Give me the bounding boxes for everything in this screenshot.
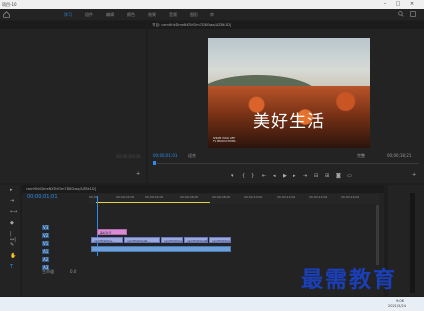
workspace-tab-learning[interactable]: 学习 [64,12,72,18]
go-to-out-button[interactable]: ⇥ [303,173,307,179]
video-brand: SHUIM YOUR LIFE TV PRODUCTIONS [213,137,235,143]
program-video-frame: 美好生活 SHUIM YOUR LIFE TV PRODUCTIONS [208,38,370,148]
program-duration: 00;00;18;21 [387,153,412,158]
workspace-tab-audio[interactable]: 音频 [169,12,177,18]
watermark-logo: 最需教育 [301,267,398,293]
video-clip[interactable]: camHhkDmeN… [124,237,160,243]
program-monitor-title: 节目: camHhkDmeNXTcfGm7D8Gwa/AZBk1D] [148,21,424,29]
zoom-select[interactable]: 适合 [188,153,196,159]
workspace-tab-editing[interactable]: 编辑 [106,12,114,18]
source-add-button[interactable]: + [136,171,140,177]
track-header-a3: A3 [30,264,90,272]
step-back-button[interactable]: ◂ [273,173,276,179]
track-header-a1: A1 [30,248,90,256]
go-to-in-button[interactable]: ⇤ [262,173,266,179]
selection-tool-icon[interactable]: ▸ [10,187,16,193]
step-forward-button[interactable]: ▸ [293,173,296,179]
workspace-bar: 学习 组件 编辑 颜色 效果 音频 图形 库 [0,9,424,20]
marker-button[interactable]: ▾ [231,173,234,179]
work-area-bar[interactable] [96,202,210,203]
minimize-button[interactable]: – [380,1,390,7]
track-label[interactable]: V1 [42,241,50,246]
video-clip[interactable]: camHhkDme… [91,237,123,243]
workspace-tab-graphics[interactable]: 图形 [190,12,198,18]
program-scrubber[interactable] [153,163,419,164]
source-monitor-panel: 00;00;00;00 + [0,21,146,183]
taskbar: 9:06 2021/5/24 [0,297,424,311]
timeline-timecode[interactable]: 00;00;01;01 [27,194,58,200]
program-playhead[interactable] [153,161,156,165]
master-track-label: 主声道 [42,269,54,274]
track-header-v3: V3 [30,224,90,232]
workspace-tab-libraries[interactable]: 库 [210,12,214,18]
video-clip[interactable]: camHhkDme… [209,237,231,243]
ruler-tick: 00;00;06;00 [180,195,199,199]
track-header-a2: A2 [30,256,90,264]
video-caption: 美好生活 [253,112,325,132]
ruler-tick: 00;00;02;00 [116,195,135,199]
mark-out-button[interactable]: } [251,173,254,179]
ruler-tick: 00;00;14;00 [309,195,328,199]
source-monitor-header [0,21,146,29]
program-add-button[interactable]: + [412,172,416,178]
home-icon[interactable] [3,11,10,18]
ruler-tick: 00;00;12;00 [277,195,296,199]
taskbar-time: 9:06 [396,299,404,303]
audio-meter [410,193,415,293]
window-titlebar: 项目-10 – □ × [0,0,424,9]
track-label[interactable]: A1 [42,249,50,254]
track-header-v2: V2 [30,232,90,240]
timeline-scrollbar[interactable] [376,205,379,265]
slip-tool-icon[interactable]: |↔| [10,231,16,243]
program-timecode[interactable]: 00;00;01;01 [153,153,177,158]
lift-button[interactable]: ⊟ [314,173,318,179]
search-icon[interactable] [398,11,404,17]
track-header-v1: V1 [30,240,90,248]
track-label[interactable]: A2 [42,257,50,262]
master-track-value[interactable]: 0.0 [70,269,76,274]
audio-clip[interactable] [91,246,231,252]
workspace-tab-color[interactable]: 颜色 [127,12,135,18]
video-clip[interactable]: camHhkDmeN… [184,237,208,243]
close-button[interactable]: × [407,1,417,7]
maximize-button[interactable]: □ [393,1,403,7]
source-timecode: 00;00;00;00 [116,154,141,159]
title-clip[interactable]: 美好生活 [97,229,127,235]
brand-line-2: TV PRODUCTIONS [213,140,236,143]
share-icon[interactable] [410,11,416,17]
workspace-tab-effects[interactable]: 效果 [148,12,156,18]
ruler-tick: 00;00;16;00 [341,195,360,199]
track-label[interactable]: V2 [42,233,50,238]
resolution-select[interactable]: 完整 [357,153,365,159]
workspace-tab-assembly[interactable]: 组件 [85,12,93,18]
pen-tool-icon[interactable]: ✎ [10,242,16,248]
ripple-edit-tool-icon[interactable]: ⟷ [10,209,17,215]
ruler-tick: 00;00;04;00 [145,195,164,199]
taskbar-date: 2021/5/24 [388,304,406,308]
window-title: 项目-10 [2,2,17,7]
ruler-tick: 00;00;08;00 [212,195,231,199]
type-tool-icon[interactable]: T [10,264,16,270]
ruler-tick: 00;00;10;00 [244,195,263,199]
extract-button[interactable]: ⊞ [325,173,329,179]
export-frame-button[interactable]: ◙ [336,173,341,179]
track-select-tool-icon[interactable]: ⇥ [10,198,16,204]
video-clip[interactable]: camHhkDmeN… [161,237,183,243]
comparison-view-button[interactable]: ▭ [347,173,352,179]
play-button[interactable]: ▶ [283,173,287,179]
hand-tool-icon[interactable]: ✋ [10,253,16,259]
timeline-title: camHhkDmeNXTcfGm7D8Gwa/AZBk1D] [22,185,384,193]
mark-in-button[interactable]: { [242,173,245,179]
track-label[interactable]: V3 [42,225,50,230]
razor-tool-icon[interactable]: ◆ [10,220,16,226]
